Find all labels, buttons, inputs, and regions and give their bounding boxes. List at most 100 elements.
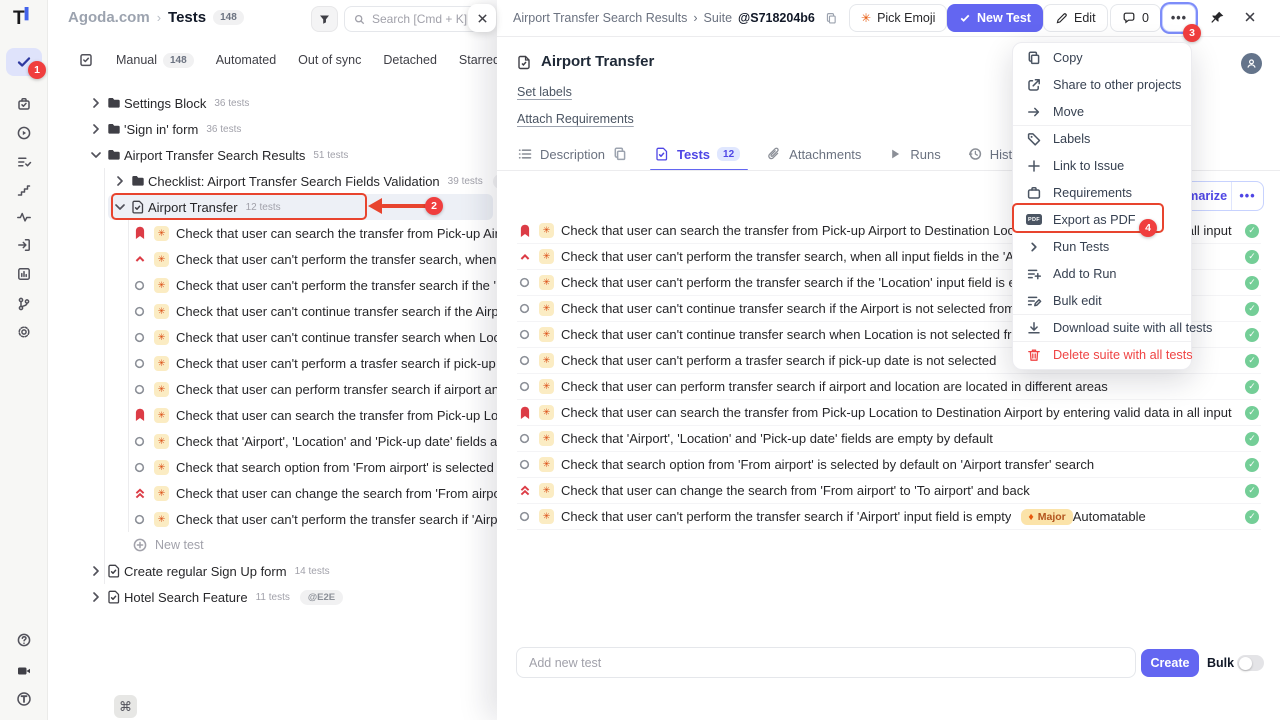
menu-item-move[interactable]: Move xyxy=(1013,98,1191,125)
filter-tab-out-of-sync[interactable]: Out of sync xyxy=(298,53,361,67)
comments-button[interactable]: 0 xyxy=(1110,4,1161,32)
tree-test-row[interactable]: ✳ Check that user can't perform the tran… xyxy=(48,246,497,272)
tree-test-row[interactable]: ✳ Check that user can't continue transfe… xyxy=(48,298,497,324)
priority-highest-icon xyxy=(517,483,532,498)
attach-requirements-link[interactable]: Attach Requirements xyxy=(517,112,634,126)
sidebar-item-play-circle[interactable] xyxy=(6,119,42,147)
suite-breadcrumb-parent[interactable]: Airport Transfer Search Results xyxy=(513,11,687,25)
tab-tests[interactable]: Tests 12 xyxy=(654,146,740,171)
menu-item-download-suite-with-all-tests[interactable]: Download suite with all tests xyxy=(1013,314,1191,341)
priority-normal-icon xyxy=(132,278,147,293)
avatar[interactable] xyxy=(1241,53,1262,74)
menu-item-requirements[interactable]: Requirements xyxy=(1013,179,1191,206)
bulk-toggle[interactable] xyxy=(1237,655,1264,671)
firework-icon: ✳ xyxy=(861,12,871,24)
menu-item-bulk-edit[interactable]: Bulk edit xyxy=(1013,287,1191,314)
list-plus-icon xyxy=(1026,266,1042,282)
tree-folder-row[interactable]: Settings Block 36 tests xyxy=(48,90,497,116)
sidebar-item-brand-circle[interactable] xyxy=(6,685,42,713)
summarize-more-button[interactable]: ••• xyxy=(1232,182,1263,210)
new-test-row[interactable]: New test xyxy=(48,532,497,558)
test-emoji-icon: ✳ xyxy=(539,457,554,472)
suite-id: @S718204b6 xyxy=(738,11,815,25)
tree-test-row[interactable]: ✳ Check that user can change the search … xyxy=(48,480,497,506)
filter-tab-starred[interactable]: Starred xyxy=(459,53,497,67)
test-row[interactable]: ✳ Check that user can change the search … xyxy=(517,478,1261,504)
tree-test-row[interactable]: ✳ Check that user can't perform a trasfe… xyxy=(48,350,497,376)
sidebar-item-help[interactable] xyxy=(6,626,42,654)
test-row[interactable]: ✳ Check that user can search the transfe… xyxy=(517,400,1261,426)
tree-suite-row[interactable]: Hotel Search Feature 11 tests @E2E xyxy=(48,584,497,610)
tree-folder-row[interactable]: 'Sign in' form 36 tests xyxy=(48,116,497,142)
tree-test-row[interactable]: ✳ Check that user can't perform the tran… xyxy=(48,506,497,532)
sidebar-item-test-plan-list[interactable] xyxy=(6,148,42,176)
chev-right-icon[interactable] xyxy=(88,563,104,579)
tag-icon xyxy=(1026,131,1042,147)
tab-runs[interactable]: Runs xyxy=(887,146,940,171)
sidebar-item-run-briefcase[interactable] xyxy=(6,90,42,118)
filter-tab-automated[interactable]: Automated xyxy=(216,53,276,67)
edit-button[interactable]: Edit xyxy=(1043,4,1108,32)
test-row[interactable]: ✳ Check that search option from 'From ai… xyxy=(517,452,1261,478)
status-passed-icon: ✓ xyxy=(1245,276,1259,290)
filter-tab-manual[interactable]: Manual148 xyxy=(116,53,194,68)
tree-folder-row[interactable]: Checklist: Airport Transfer Search Field… xyxy=(48,168,497,194)
pin-icon[interactable] xyxy=(1210,10,1225,25)
tab-description[interactable]: Description xyxy=(517,146,628,171)
menu-item-link-to-issue[interactable]: Link to Issue xyxy=(1013,152,1191,179)
sidebar-item-branch[interactable] xyxy=(6,290,42,318)
sidebar-item-pulse[interactable] xyxy=(6,203,42,231)
menu-item-share-to-other-projects[interactable]: Share to other projects xyxy=(1013,71,1191,98)
app-logo-icon[interactable]: T▌ xyxy=(13,8,32,30)
chev-right-icon[interactable] xyxy=(88,589,104,605)
sidebar-item-settings-gear[interactable] xyxy=(6,318,42,346)
filter-button[interactable] xyxy=(311,6,338,32)
test-row[interactable]: ✳ Check that 'Airport', 'Location' and '… xyxy=(517,426,1261,452)
chev-down-icon[interactable] xyxy=(88,147,104,163)
breadcrumb-project[interactable]: Agoda.com xyxy=(68,9,150,26)
test-row[interactable]: ✳ Check that user can't perform the tran… xyxy=(517,504,1261,530)
sidebar-item-video-tutorials[interactable] xyxy=(6,657,42,685)
tree-folder-row[interactable]: Airport Transfer Search Results 51 tests xyxy=(48,142,497,168)
menu-item-run-tests[interactable]: Run Tests xyxy=(1013,233,1191,260)
sidebar-item-import[interactable] xyxy=(6,231,42,259)
annotation-step-4: 4 xyxy=(1139,219,1157,237)
tab-attachments[interactable]: Attachments xyxy=(766,146,861,171)
tree-test-row[interactable]: ✳ Check that user can't perform the tran… xyxy=(48,272,497,298)
chev-right-icon[interactable] xyxy=(88,121,104,137)
branch-icon xyxy=(16,296,32,312)
add-new-test-input[interactable] xyxy=(516,647,1136,678)
tree-test-row[interactable]: ✳ Check that user can perform transfer s… xyxy=(48,376,497,402)
menu-item-labels[interactable]: Labels xyxy=(1013,125,1191,152)
menu-item-copy[interactable]: Copy xyxy=(1013,44,1191,71)
run-briefcase-icon xyxy=(16,96,32,112)
breadcrumb-section[interactable]: Tests xyxy=(168,9,206,26)
filter-tab-detached[interactable]: Detached xyxy=(383,53,437,67)
tree-suite-row[interactable]: Create regular Sign Up form 14 tests xyxy=(48,558,497,584)
status-passed-icon: ✓ xyxy=(1245,432,1259,446)
chev-right-icon[interactable] xyxy=(88,95,104,111)
close-suite-icon[interactable] xyxy=(1243,10,1257,24)
priority-critical-icon xyxy=(132,408,147,423)
paperclip-icon xyxy=(766,146,782,162)
test-row[interactable]: ✳ Check that user can perform transfer s… xyxy=(517,374,1261,400)
folder-icon xyxy=(104,147,124,163)
pick-emoji-button[interactable]: ✳ Pick Emoji xyxy=(849,4,947,32)
plus-circle-icon xyxy=(132,537,148,553)
sidebar-item-steps[interactable] xyxy=(6,176,42,204)
new-test-button[interactable]: New Test xyxy=(947,4,1043,32)
tree-test-row[interactable]: ✳ Check that 'Airport', 'Location' and '… xyxy=(48,428,497,454)
menu-item-add-to-run[interactable]: Add to Run xyxy=(1013,260,1191,287)
copy-suite-id-icon[interactable] xyxy=(825,12,838,25)
create-test-button[interactable]: Create xyxy=(1141,649,1199,677)
chev-right-icon[interactable] xyxy=(112,173,128,189)
tree-test-row[interactable]: ✳ Check that user can't continue transfe… xyxy=(48,324,497,350)
close-panel-button[interactable] xyxy=(468,4,496,32)
test-plan-list-icon xyxy=(16,154,32,170)
menu-item-delete-suite-with-all-tests[interactable]: Delete suite with all tests xyxy=(1013,341,1191,368)
tree-test-row[interactable]: ✳ Check that user can search the transfe… xyxy=(48,402,497,428)
set-labels-link[interactable]: Set labels xyxy=(517,85,572,99)
sidebar-item-analytics-report[interactable] xyxy=(6,260,42,288)
tree-test-row[interactable]: ✳ Check that user can search the transfe… xyxy=(48,220,497,246)
tree-test-row[interactable]: ✳ Check that search option from 'From ai… xyxy=(48,454,497,480)
